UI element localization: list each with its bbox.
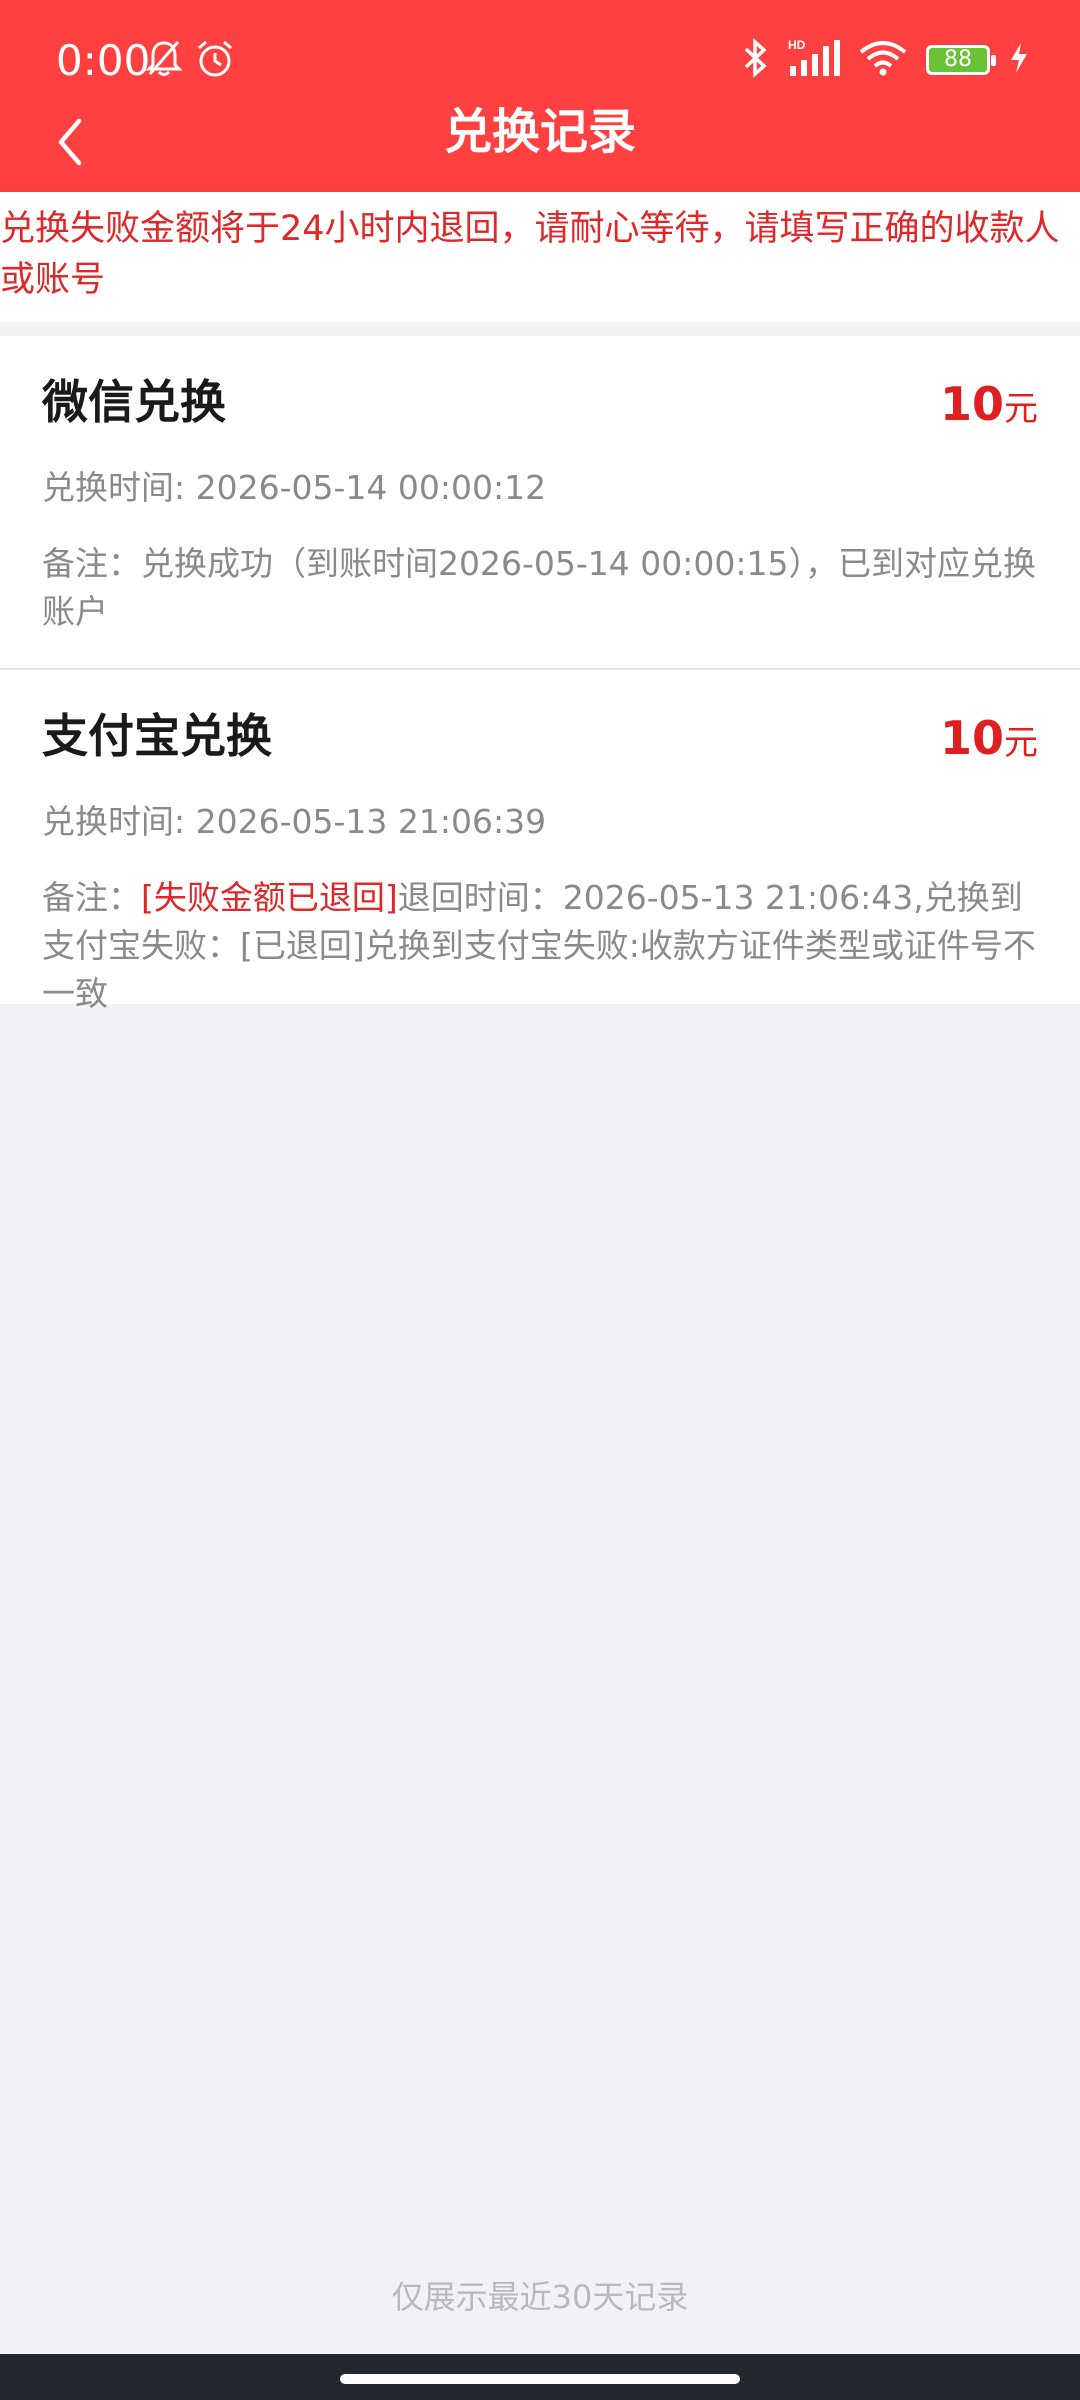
record-title: 微信兑换 [42, 375, 226, 429]
nav-bar: 兑换记录 [0, 96, 1080, 192]
record-time: 兑换时间: 2026-05-13 21:06:39 [42, 802, 547, 841]
record-note: 备注：兑换成功（到账时间2026-05-14 00:00:15），已到对应兑换账… [42, 540, 1040, 636]
amount-unit: 元 [1004, 723, 1038, 763]
note-prefix: 备注： [42, 878, 141, 917]
chevron-left-icon [53, 117, 87, 171]
amount-unit: 元 [1004, 389, 1038, 429]
note-highlight: [失败金额已退回] [141, 878, 398, 917]
status-left-icons [144, 38, 236, 84]
bluetooth-icon [740, 38, 770, 82]
header: 0:00 HD 88 兑换记录 [0, 0, 1080, 192]
record-title: 支付宝兑换 [42, 709, 272, 763]
home-indicator[interactable] [340, 2374, 740, 2384]
record-item: 支付宝兑换 10元 兑换时间: 2026-05-13 21:06:39 备注：[… [0, 670, 1080, 1013]
status-time: 0:00 [56, 36, 151, 85]
status-right-icons: HD 88 [740, 38, 1030, 82]
notice-banner: 兑换失败金额将于24小时内退回，请耐心等待，请填写正确的收款人或账号 [0, 192, 1080, 322]
record-note: 备注：[失败金额已退回]退回时间：2026-05-13 21:06:43,兑换到… [42, 874, 1040, 1018]
signal-icon: HD [788, 38, 840, 82]
bell-off-icon [144, 38, 184, 84]
notice-text: 兑换失败金额将于24小时内退回，请耐心等待，请填写正确的收款人或账号 [0, 209, 1060, 300]
footer-note: 仅展示最近30天记录 [391, 2278, 689, 2316]
back-button[interactable] [30, 104, 110, 184]
record-amount: 10元 [940, 376, 1038, 443]
battery-icon: 88 [926, 45, 996, 75]
note-text: 兑换成功（到账时间2026-05-14 00:00:15），已到对应兑换账户 [42, 544, 1036, 631]
gesture-bar [0, 2354, 1080, 2400]
note-prefix: 备注： [42, 544, 141, 583]
wifi-icon [858, 38, 908, 82]
amount-value: 10 [939, 377, 1004, 431]
amount-value: 10 [939, 711, 1004, 765]
svg-text:HD: HD [788, 38, 806, 52]
alarm-icon [194, 38, 236, 84]
page-title: 兑换记录 [443, 104, 636, 160]
record-amount: 10元 [940, 710, 1038, 777]
record-item: 微信兑换 10元 兑换时间: 2026-05-14 00:00:12 备注：兑换… [0, 336, 1080, 670]
charging-icon [1008, 41, 1030, 79]
record-time: 兑换时间: 2026-05-14 00:00:12 [42, 468, 547, 507]
